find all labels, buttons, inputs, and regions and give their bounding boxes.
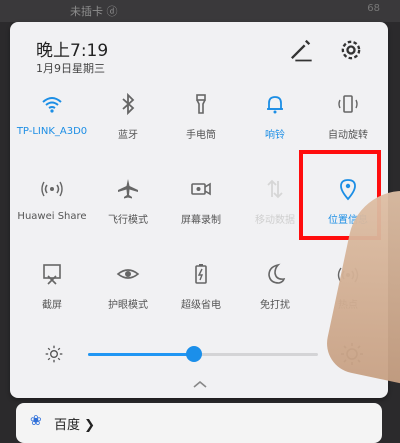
tile-bluetooth[interactable]: 蓝牙 [88,92,168,172]
brightness-low-icon [44,344,64,364]
tile-label: 免打扰 [260,300,290,311]
brightness-fill [88,353,194,356]
tile-label: 飞行模式 [108,215,148,226]
mobile-data-icon [267,179,283,199]
gear-icon[interactable] [337,36,365,64]
status-battery: 68 [367,3,380,14]
tile-label: 手电筒 [186,130,216,141]
chevron-up-icon[interactable] [190,376,210,390]
tile-label: TP-LINK_A3D0 [16,126,88,137]
tile-label: 自动旋转 [328,130,368,141]
eye-icon [116,269,140,279]
bluetooth-icon [122,92,135,116]
tile-label: 超级省电 [181,300,221,311]
screenshot-icon [43,264,61,285]
status-carrier: 未插卡 ⓓ [70,5,118,18]
tile-eye-comfort[interactable]: 护眼模式 [88,262,168,342]
tile-wifi[interactable]: TP-LINK_A3D0 [12,92,92,172]
tile-label: 蓝牙 [118,130,138,141]
wifi-icon [42,97,62,113]
status-bar: 未插卡 ⓓ 68 [0,0,400,22]
tile-screen-record[interactable]: 屏幕录制 [161,177,241,257]
tile-power-saving[interactable]: 超级省电 [161,262,241,342]
edit-icon[interactable] [286,36,314,64]
tile-label: 截屏 [42,300,62,311]
tile-huawei-share[interactable]: Huawei Share [12,177,92,257]
notification-app-name: 百度 ❯ [54,418,96,433]
rotate-icon [338,95,358,113]
tile-do-not-disturb[interactable]: 免打扰 [235,262,315,342]
bell-icon [267,96,283,114]
record-icon [191,182,211,196]
tile-screenshot[interactable]: 截屏 [12,262,92,342]
tile-airplane-mode[interactable]: 飞行模式 [88,177,168,257]
moon-icon [268,263,286,284]
share-icon [41,181,63,197]
tile-label: Huawei Share [17,211,87,222]
clock-date: 1月9日星期三 [36,62,105,75]
flashlight-icon [196,94,206,114]
tile-label: 屏幕录制 [181,215,221,226]
clock-time: 晚上7:19 [36,41,109,61]
battery-icon [195,264,207,284]
brightness-slider[interactable] [88,346,318,362]
notification-card[interactable]: ❀ 百度 ❯ [16,403,382,443]
tile-label: 响铃 [265,130,285,141]
airplane-icon [118,179,138,199]
brightness-knob[interactable] [185,346,202,362]
tile-flashlight[interactable]: 手电筒 [161,92,241,172]
tile-label: 护眼模式 [108,300,148,311]
